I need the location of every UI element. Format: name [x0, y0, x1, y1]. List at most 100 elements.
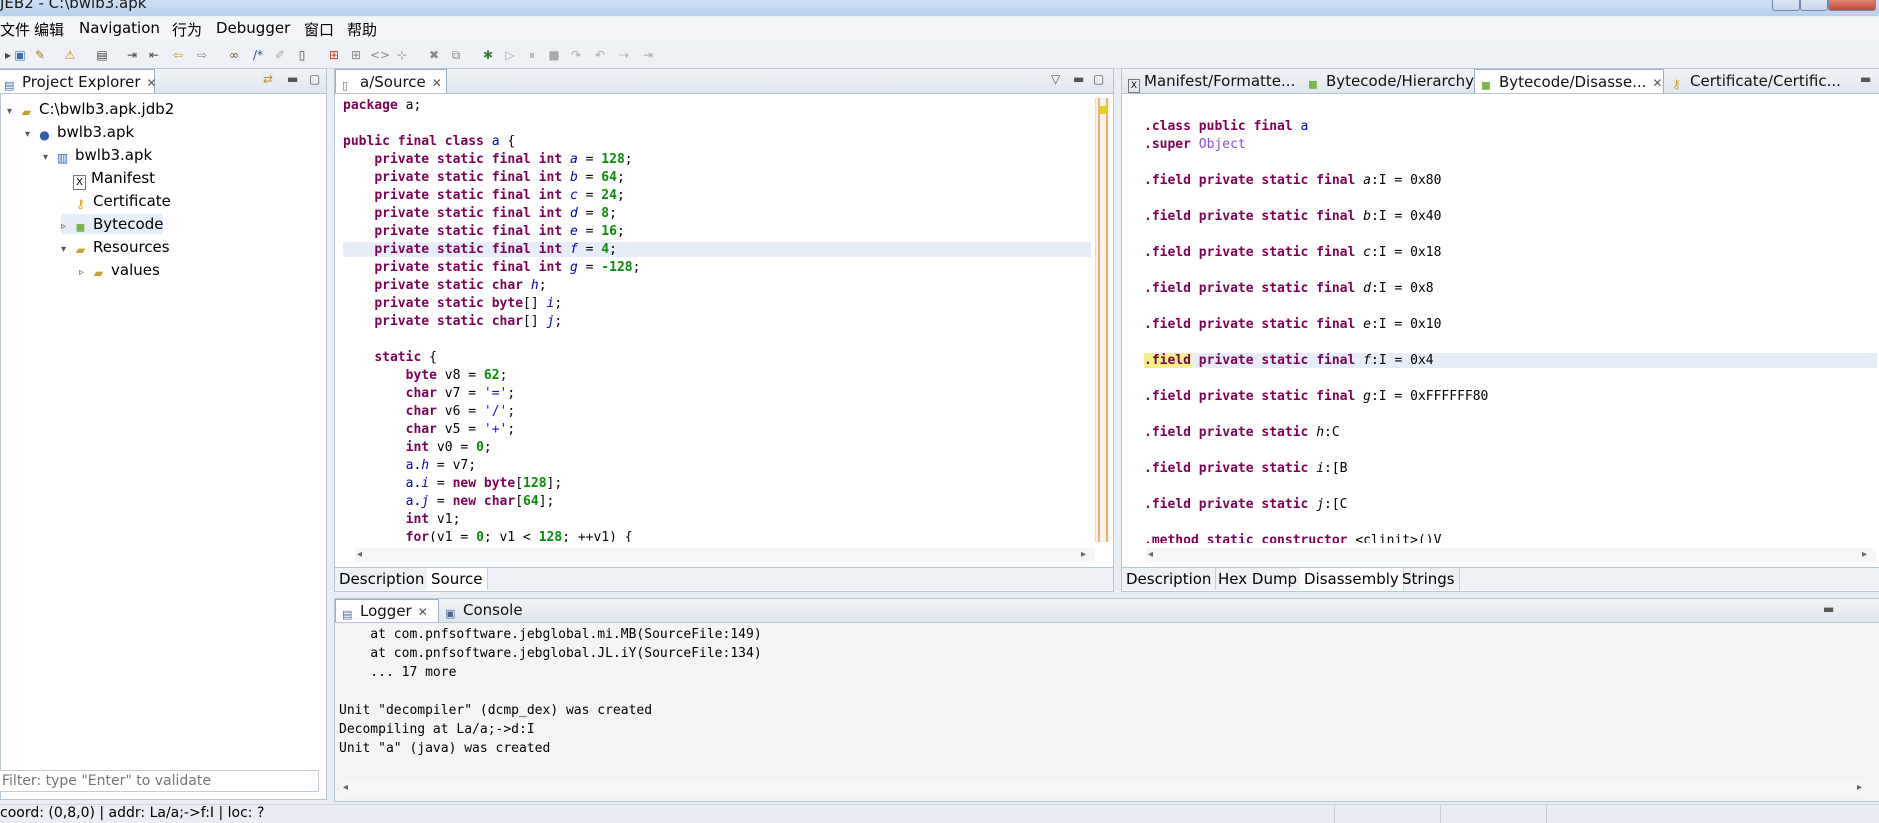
- source-code-view[interactable]: package a; public final class a { privat…: [343, 98, 1093, 542]
- log-line: at com.pnfsoftware.jebglobal.JL.iY(Sourc…: [339, 646, 762, 661]
- scroll-right-icon[interactable]: ▸: [1081, 549, 1086, 560]
- tree-item[interactable]: X Manifest: [61, 168, 155, 190]
- tab-description[interactable]: Description: [335, 568, 430, 590]
- ruler-marker[interactable]: [1099, 106, 1107, 114]
- log-output[interactable]: at com.pnfsoftware.jebglobal.mi.MB(Sourc…: [339, 627, 1859, 777]
- logger-hscrollbar[interactable]: ◂ ▸: [341, 781, 1871, 795]
- view-menu-icon[interactable]: ▽: [1051, 72, 1060, 86]
- tab-manifest-formatted[interactable]: X Manifest/Formatte...: [1122, 69, 1302, 93]
- minimize-icon[interactable]: ▬: [1860, 72, 1871, 86]
- tab-hex-dump[interactable]: Hex Dump: [1214, 568, 1303, 590]
- tab-label: Certificate/Certific...: [1690, 72, 1841, 90]
- comment-icon[interactable]: /*: [250, 47, 266, 63]
- scroll-left-icon[interactable]: ◂: [343, 782, 348, 793]
- certificate-icon: ⚷: [76, 197, 85, 211]
- save-icon[interactable]: ▣: [12, 47, 28, 63]
- expand-toggle[interactable]: ▾: [43, 148, 55, 168]
- scroll-right-icon[interactable]: ▸: [1862, 549, 1867, 560]
- step-return-icon[interactable]: ↶: [592, 47, 608, 63]
- close-icon[interactable]: ✕: [432, 76, 442, 90]
- minimize-button[interactable]: [1772, 0, 1800, 11]
- back-arrow-icon[interactable]: ⇦: [170, 47, 186, 63]
- disconnect-icon[interactable]: ⧉: [448, 47, 464, 63]
- run-to-line-icon[interactable]: ⇢: [616, 47, 632, 63]
- step-out-icon[interactable]: ⇤: [146, 47, 162, 63]
- menu-file[interactable]: 文件: [0, 19, 30, 40]
- tab-description[interactable]: Description: [1122, 568, 1217, 590]
- tab-bytecode-hierarchy[interactable]: ◼ Bytecode/Hierarchy: [1302, 69, 1474, 93]
- step-into-icon[interactable]: ⇥: [124, 47, 140, 63]
- tree-icon[interactable]: ⊹: [394, 47, 410, 63]
- tab-certificate[interactable]: ⚷ Certificate/Certific...: [1666, 69, 1846, 93]
- code-icon[interactable]: <>: [370, 47, 390, 63]
- tree-item[interactable]: ▹ ▰ values: [79, 260, 160, 280]
- open-project-icon[interactable]: ▤: [94, 47, 110, 63]
- forward-arrow-icon[interactable]: ⇨: [194, 47, 210, 63]
- rename-icon[interactable]: ✐: [272, 47, 288, 63]
- code-line: .field private static final e:I = 0x10: [1144, 317, 1442, 332]
- console-icon: ▣: [445, 607, 456, 620]
- code-line: .class public final a: [1144, 119, 1309, 134]
- tab-project-explorer[interactable]: ▤ Project Explorer ✕: [0, 69, 157, 93]
- scroll-left-icon[interactable]: ◂: [357, 549, 362, 560]
- tab-disassembly[interactable]: Disassembly: [1300, 568, 1404, 590]
- tree-item[interactable]: ⚷ Certificate: [61, 191, 171, 211]
- tree-item[interactable]: ▾ ● bwlb3.apk: [25, 122, 134, 142]
- tree-item[interactable]: ▾ ▰ C:\bwlb3.apk.jdb2: [7, 99, 174, 119]
- tab-strings[interactable]: Strings: [1398, 568, 1460, 590]
- link-editor-icon[interactable]: ⇄: [263, 72, 273, 86]
- disassembly-view[interactable]: .class public final a .super Object .fie…: [1144, 119, 1877, 543]
- wrench-icon[interactable]: ✎: [32, 47, 48, 63]
- overview-ruler[interactable]: [1095, 98, 1110, 542]
- expand-toggle[interactable]: ▾: [61, 240, 73, 260]
- code-line: .super Object: [1144, 137, 1246, 152]
- minimize-icon[interactable]: ▬: [287, 72, 298, 86]
- scroll-right-icon[interactable]: ▸: [1857, 782, 1862, 793]
- tree-item[interactable]: ▹ ◼ Bytecode: [61, 214, 164, 237]
- maximize-button[interactable]: [1800, 0, 1828, 11]
- warning-icon[interactable]: ⚠: [62, 47, 78, 63]
- filter-input[interactable]: [0, 770, 319, 792]
- code-line: private static final int e = 16;: [374, 224, 625, 239]
- close-icon[interactable]: ✕: [418, 605, 428, 619]
- bug-icon[interactable]: ✱: [480, 47, 496, 63]
- tab-console[interactable]: ▣ Console: [439, 599, 539, 622]
- minimize-icon[interactable]: ▬: [1073, 72, 1084, 86]
- certificate-icon: ⚷: [1672, 77, 1681, 91]
- tab-source[interactable]: Source: [427, 568, 488, 590]
- minimize-icon[interactable]: ▬: [1823, 602, 1834, 616]
- close-icon[interactable]: ✕: [147, 76, 157, 90]
- stop-icon[interactable]: ■: [546, 47, 562, 63]
- source-hscrollbar[interactable]: ◂ ▸: [355, 548, 1095, 562]
- scroll-left-icon[interactable]: ◂: [1148, 549, 1153, 560]
- delete-icon[interactable]: ✖: [426, 47, 442, 63]
- edit-icon[interactable]: ▯: [294, 47, 310, 63]
- expand-toggle[interactable]: ▾: [7, 102, 19, 122]
- expand-toggle[interactable]: ▹: [61, 217, 73, 237]
- step-over-icon[interactable]: ↷: [568, 47, 584, 63]
- disassembly-hscrollbar[interactable]: ◂ ▸: [1146, 548, 1876, 562]
- tree-item[interactable]: ▾ ▥ bwlb3.apk: [43, 145, 152, 165]
- tab-logger[interactable]: ▤ Logger ✕: [335, 599, 439, 622]
- expand-toggle[interactable]: ▾: [25, 125, 37, 145]
- tab-a-source[interactable]: ▯ a/Source ✕: [335, 69, 447, 93]
- resume-icon[interactable]: ▷: [502, 47, 518, 63]
- menu-edit[interactable]: 编辑: [34, 19, 64, 40]
- close-icon[interactable]: ✕: [1652, 76, 1662, 90]
- goto-icon[interactable]: ⇥: [640, 47, 656, 63]
- maximize-icon[interactable]: ▢: [309, 72, 320, 86]
- menu-help[interactable]: 帮助: [347, 19, 377, 40]
- tree-item[interactable]: ▾ ▰ Resources: [61, 237, 170, 257]
- expand-toggle[interactable]: ▹: [79, 263, 91, 283]
- tab-bytecode-disassembly[interactable]: ◼ Bytecode/Disasse... ✕: [1474, 69, 1664, 93]
- pause-icon[interactable]: ⏸: [524, 47, 540, 63]
- grid-icon[interactable]: ⊞: [326, 47, 342, 63]
- menu-window[interactable]: 窗口: [304, 19, 334, 40]
- menu-navigation[interactable]: Navigation: [79, 19, 160, 37]
- menu-debugger[interactable]: Debugger: [216, 19, 290, 37]
- grid-outline-icon[interactable]: ⊞: [348, 47, 364, 63]
- menu-action[interactable]: 行为: [172, 19, 202, 40]
- link-icon[interactable]: ∞: [226, 47, 242, 63]
- maximize-icon[interactable]: ▢: [1093, 72, 1104, 86]
- close-window-button[interactable]: [1828, 0, 1876, 11]
